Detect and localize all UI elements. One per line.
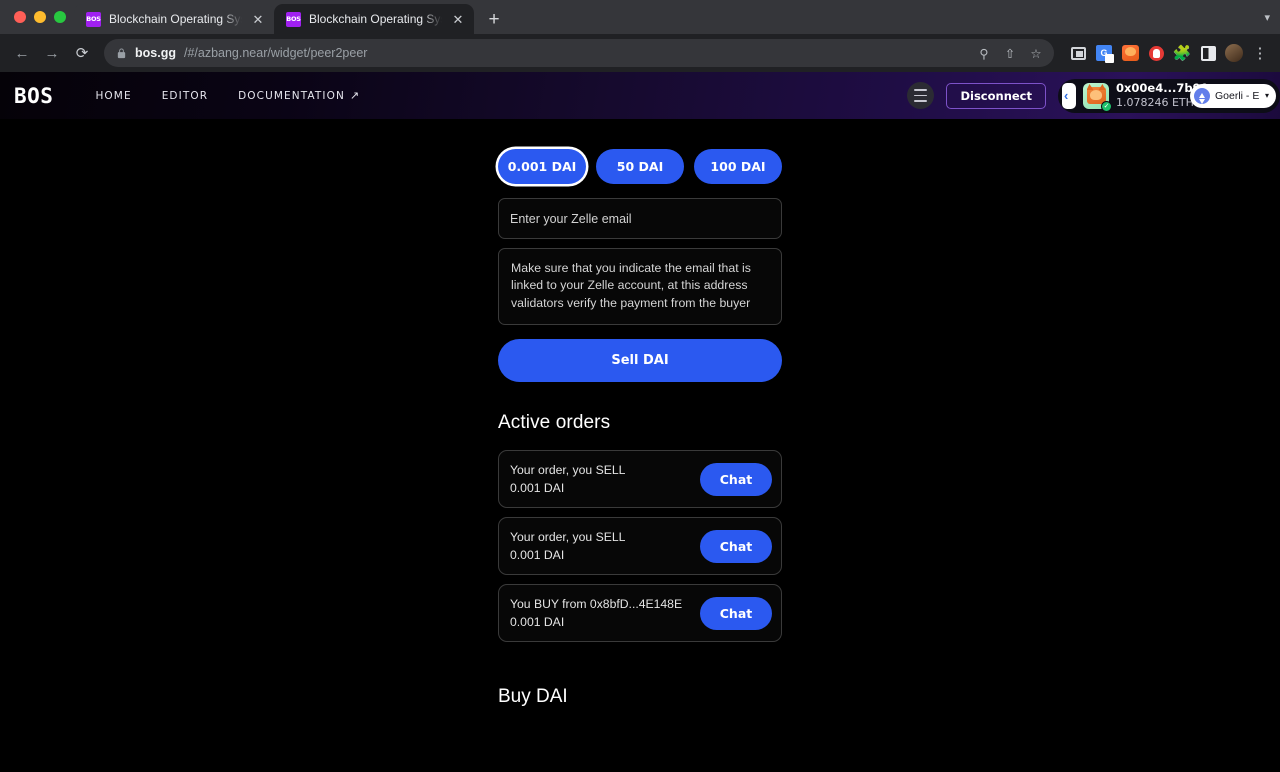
zelle-info-text: Make sure that you indicate the email th…	[498, 248, 782, 325]
metamask-fox-avatar: ✓	[1083, 83, 1109, 109]
close-window-button[interactable]	[14, 11, 26, 23]
share-icon[interactable]: ⇧	[998, 41, 1022, 65]
nav-item-home[interactable]: HOME	[95, 90, 131, 102]
extensions-area: G 🧩 ⋮	[1062, 41, 1272, 65]
amount-selector-row: 0.001 DAI 50 DAI 100 DAI	[498, 149, 782, 184]
tab-strip: BOS Blockchain Operating System ✕ BOS Bl…	[0, 0, 1280, 34]
reload-button[interactable]: ⟳	[68, 39, 96, 67]
nav-item-editor[interactable]: EDITOR	[162, 90, 208, 102]
page-body: 0.001 DAI 50 DAI 100 DAI Make sure that …	[0, 119, 1280, 772]
amount-button-50-dai[interactable]: 50 DAI	[596, 149, 684, 184]
order-row: Your order, you SELL 0.001 DAI Chat	[498, 517, 782, 575]
browser-tab-2[interactable]: BOS Blockchain Operating System ✕	[274, 4, 474, 34]
order-details: You BUY from 0x8bfD...4E148E 0.001 DAI	[510, 597, 682, 629]
firefox-extension-icon[interactable]	[1118, 41, 1142, 65]
order-row: You BUY from 0x8bfD...4E148E 0.001 DAI C…	[498, 584, 782, 642]
maximize-window-button[interactable]	[54, 11, 66, 23]
header-right-controls: Disconnect ‹ ✓ 0x00e4...7b99 1.078246 ET…	[907, 72, 1280, 119]
tab-title: Blockchain Operating System	[109, 12, 242, 26]
url-path: /#/azbang.near/widget/peer2peer	[184, 46, 367, 60]
order-amount: 0.001 DAI	[510, 615, 682, 630]
zoom-search-icon[interactable]: ⚲	[972, 41, 996, 65]
nav-item-documentation[interactable]: DOCUMENTATION ↗	[238, 89, 360, 102]
order-row: Your order, you SELL 0.001 DAI Chat	[498, 450, 782, 508]
main-navigation: HOME EDITOR DOCUMENTATION ↗	[95, 89, 360, 102]
verified-check-icon: ✓	[1101, 101, 1112, 112]
bos-logo[interactable]: BOS	[14, 84, 53, 108]
buy-dai-title: Buy DAI	[498, 686, 782, 708]
disconnect-button[interactable]: Disconnect	[946, 83, 1046, 109]
wallet-balance: 1.078246 ETH	[1116, 96, 1183, 110]
wallet-address: 0x00e4...7b99	[1116, 81, 1183, 95]
puzzle-extensions-icon[interactable]: 🧩	[1170, 41, 1194, 65]
chat-button[interactable]: Chat	[700, 530, 772, 563]
bookmark-star-icon[interactable]: ☆	[1024, 41, 1048, 65]
order-description: You BUY from 0x8bfD...4E148E	[510, 597, 682, 612]
nav-label: EDITOR	[162, 90, 208, 102]
adblock-extension-icon[interactable]	[1144, 41, 1168, 65]
url-host: bos.gg	[135, 46, 176, 60]
back-button[interactable]: ←	[8, 39, 36, 67]
hamburger-menu-icon[interactable]	[907, 82, 934, 109]
picture-in-picture-extension-icon[interactable]	[1066, 41, 1090, 65]
browser-window: BOS Blockchain Operating System ✕ BOS Bl…	[0, 0, 1280, 772]
sell-dai-button[interactable]: Sell DAI	[498, 339, 782, 382]
bos-favicon-icon: BOS	[86, 12, 101, 27]
nav-label: HOME	[95, 90, 131, 102]
tab-close-icon[interactable]: ✕	[250, 11, 266, 27]
forward-button[interactable]: →	[38, 39, 66, 67]
order-details: Your order, you SELL 0.001 DAI	[510, 463, 625, 495]
network-name: Goerli - E...	[1215, 90, 1260, 102]
browser-toolbar: ← → ⟳ bos.gg /#/azbang.near/widget/peer2p…	[0, 34, 1280, 72]
chat-button[interactable]: Chat	[700, 597, 772, 630]
omnibox-actions: ⚲ ⇧ ☆	[972, 41, 1048, 65]
tab-title: Blockchain Operating System	[309, 12, 442, 26]
wallet-prev-chevron-icon[interactable]: ‹	[1062, 83, 1076, 109]
nav-label: DOCUMENTATION	[238, 90, 345, 102]
order-description: Your order, you SELL	[510, 463, 625, 478]
bos-favicon-icon: BOS	[286, 12, 301, 27]
active-orders-title: Active orders	[498, 412, 782, 434]
minimize-window-button[interactable]	[34, 11, 46, 23]
chevron-down-icon: ▾	[1265, 91, 1269, 100]
tab-strip-right: ▾	[508, 0, 1280, 34]
side-panel-icon[interactable]	[1196, 41, 1220, 65]
content-column: 0.001 DAI 50 DAI 100 DAI Make sure that …	[498, 149, 782, 708]
zelle-email-input[interactable]	[498, 198, 782, 239]
order-details: Your order, you SELL 0.001 DAI	[510, 530, 625, 562]
address-bar[interactable]: bos.gg /#/azbang.near/widget/peer2peer ⚲ …	[104, 39, 1054, 67]
chat-button[interactable]: Chat	[700, 463, 772, 496]
order-amount: 0.001 DAI	[510, 548, 625, 563]
page-viewport: BOS HOME EDITOR DOCUMENTATION ↗ Disconnec…	[0, 72, 1280, 772]
external-link-arrow-icon: ↗	[350, 89, 360, 102]
profile-avatar-icon[interactable]	[1222, 41, 1246, 65]
amount-button-0-001-dai[interactable]: 0.001 DAI	[498, 149, 586, 184]
tab-close-icon[interactable]: ✕	[450, 11, 466, 27]
order-description: Your order, you SELL	[510, 530, 625, 545]
new-tab-button[interactable]: +	[480, 5, 508, 33]
lock-icon	[116, 48, 127, 59]
google-translate-extension-icon[interactable]: G	[1092, 41, 1116, 65]
tab-search-chevron-down-icon[interactable]: ▾	[1264, 11, 1270, 24]
window-controls	[10, 0, 74, 34]
wallet-info: 0x00e4...7b99 1.078246 ETH	[1116, 81, 1183, 109]
chrome-menu-icon[interactable]: ⋮	[1248, 41, 1272, 65]
wallet-widget[interactable]: ‹ ✓ 0x00e4...7b99 1.078246 ETH Goerli - …	[1058, 79, 1280, 113]
active-orders-list: Your order, you SELL 0.001 DAI Chat Your…	[498, 450, 782, 642]
bos-app-header: BOS HOME EDITOR DOCUMENTATION ↗ Disconnec…	[0, 72, 1280, 119]
order-amount: 0.001 DAI	[510, 481, 625, 496]
amount-button-100-dai[interactable]: 100 DAI	[694, 149, 782, 184]
ethereum-icon	[1194, 88, 1210, 104]
browser-tab-1[interactable]: BOS Blockchain Operating System ✕	[74, 4, 274, 34]
network-selector[interactable]: Goerli - E... ▾	[1190, 84, 1276, 108]
